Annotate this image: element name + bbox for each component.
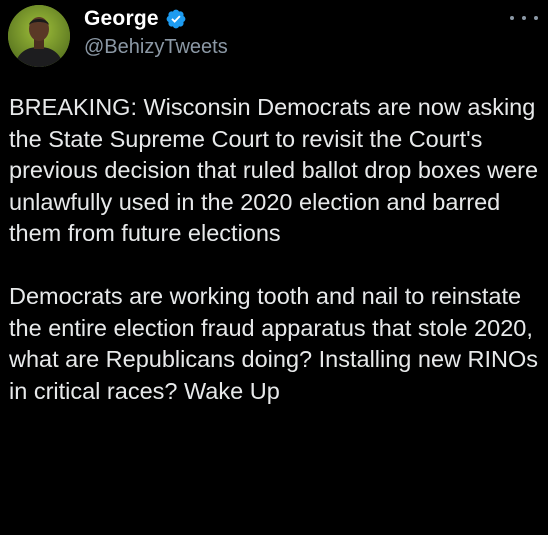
tweet-paragraph: Democrats are working tooth and nail to …: [9, 283, 539, 404]
author-name-row: George: [84, 4, 187, 34]
author-display-name[interactable]: George: [84, 7, 159, 31]
more-dot: [522, 16, 526, 20]
tweet-paragraph: BREAKING: Wisconsin Democrats are now as…: [9, 94, 539, 246]
more-dot: [534, 16, 538, 20]
more-dot: [510, 16, 514, 20]
avatar-image: [8, 5, 70, 67]
tweet-card: George @BehizyTweets BREAKING: Wisconsin…: [0, 0, 548, 535]
tweet-body: BREAKING: Wisconsin Democrats are now as…: [9, 92, 544, 407]
verified-badge-icon: [165, 8, 187, 30]
more-options-icon[interactable]: [510, 10, 538, 26]
author-avatar[interactable]: [8, 5, 70, 67]
author-handle[interactable]: @BehizyTweets: [84, 36, 228, 59]
